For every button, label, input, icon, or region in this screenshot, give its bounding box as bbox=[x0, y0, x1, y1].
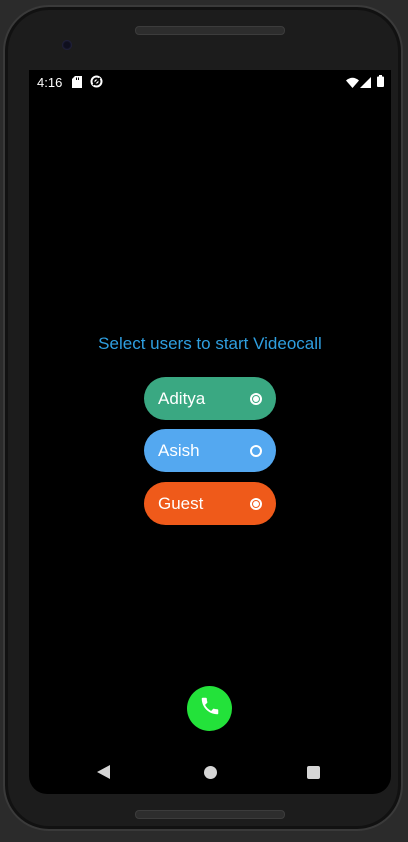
status-time: 4:16 bbox=[37, 75, 63, 90]
home-icon[interactable] bbox=[204, 766, 217, 779]
radio-unselected-icon[interactable] bbox=[250, 444, 262, 457]
screen: 4:16 Select users to start Videocall Adi… bbox=[29, 70, 391, 794]
user-name: Asish bbox=[158, 440, 200, 460]
wifi-icon bbox=[346, 76, 359, 91]
start-call-button[interactable] bbox=[187, 686, 232, 731]
user-option-aditya[interactable]: Aditya bbox=[144, 377, 276, 420]
signal-icon bbox=[360, 76, 371, 91]
sync-icon bbox=[90, 75, 103, 91]
recents-icon[interactable] bbox=[307, 766, 320, 779]
bottom-speaker bbox=[135, 810, 285, 819]
status-bar: 4:16 bbox=[29, 70, 391, 94]
battery-icon bbox=[377, 75, 384, 90]
earpiece-speaker bbox=[135, 26, 285, 35]
navigation-bar bbox=[29, 760, 391, 788]
radio-selected-icon[interactable] bbox=[250, 497, 262, 510]
phone-frame: 4:16 Select users to start Videocall Adi… bbox=[3, 5, 403, 831]
user-name: Aditya bbox=[158, 388, 206, 408]
radio-selected-icon[interactable] bbox=[250, 392, 262, 405]
page-title: Select users to start Videocall bbox=[98, 334, 322, 353]
user-option-guest[interactable]: Guest bbox=[144, 482, 276, 525]
back-icon[interactable] bbox=[97, 765, 110, 784]
front-camera bbox=[62, 40, 72, 50]
phone-icon bbox=[199, 695, 221, 722]
user-option-asish[interactable]: Asish bbox=[144, 429, 276, 472]
sd-card-icon bbox=[72, 76, 82, 91]
user-name: Guest bbox=[158, 493, 204, 513]
